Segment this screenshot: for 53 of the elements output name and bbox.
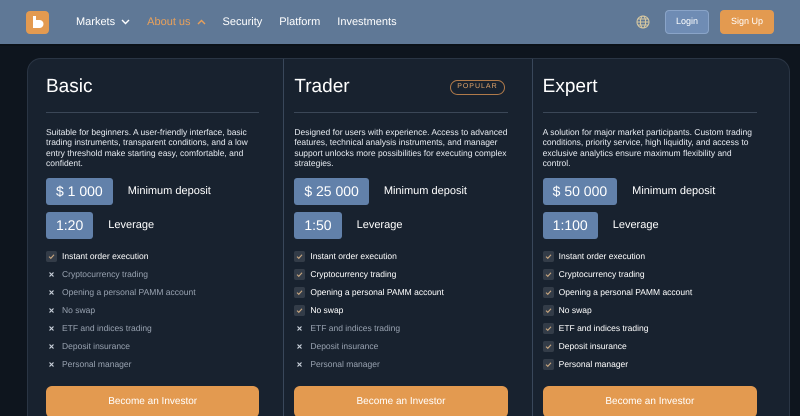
feature-label: Deposit insurance [62, 340, 130, 352]
nav-link[interactable]: Investments [337, 14, 397, 30]
feature-label: Cryptocurrency trading [558, 268, 645, 280]
plan-description: Designed for users with experience. Access to advanced features, technical analysis instruments, and manager support unlocks more possibilities for executing complex strategies. [294, 126, 508, 168]
feature-label: No swap [62, 304, 96, 316]
feature-label: No swap [558, 304, 592, 316]
deposit-amount: $ 50 000 [542, 178, 618, 204]
logo-icon [26, 10, 49, 34]
chevron-icon [121, 19, 130, 25]
nav-link[interactable]: Platform [279, 14, 320, 30]
deposit-label: Minimum deposit [384, 184, 467, 199]
plan-title: Trader [294, 75, 350, 99]
feature-label: Opening a personal PAMM account [62, 286, 196, 298]
deposit-label: Minimum deposit [632, 184, 716, 199]
feature-label: Personal manager [310, 358, 380, 370]
become-investor-button[interactable]: Become an Investor [46, 386, 260, 416]
deposit-label: Minimum deposit [128, 184, 211, 199]
feature-label: No swap [310, 304, 344, 316]
plan-title: Basic [46, 75, 92, 99]
feature-label: Personal manager [558, 358, 628, 370]
leverage-label: Leverage [612, 218, 659, 233]
feature-label: Deposit insurance [310, 340, 378, 352]
deposit-amount: $ 25 000 [294, 178, 369, 204]
plan-description: A solution for major market participants. Custom trading conditions, priority service, high liquidity, and access to exclusive analytics ensure maximum flexibility and control. [542, 126, 753, 168]
become-investor-button[interactable]: Become an Investor [294, 386, 508, 416]
feature-label: Personal manager [62, 358, 132, 370]
feature-label: Cryptocurrency trading [310, 268, 396, 280]
feature-label: ETF and indices trading [62, 322, 152, 334]
feature-label: ETF and indices trading [310, 322, 400, 334]
chevron-icon [196, 19, 206, 25]
plan-title: Expert [542, 75, 598, 99]
login-button[interactable]: Login [664, 10, 709, 34]
nav-link[interactable]: Security [222, 14, 262, 30]
feature-label: Instant order execution [310, 250, 397, 262]
leverage-value: 1:20 [46, 212, 94, 238]
globe-icon[interactable] [636, 15, 650, 29]
nav-link[interactable]: About us [147, 14, 206, 30]
feature-label: Deposit insurance [558, 340, 627, 352]
feature-label: Instant order execution [558, 250, 646, 262]
plan-description: Suitable for beginners. A user-friendly interface, basic trading instruments, transparent conditions, and a low entry threshold make starting easy, comfortable, and confident. [46, 126, 249, 168]
nav-link[interactable]: Markets [76, 14, 130, 30]
feature-label: Opening a personal PAMM account [558, 286, 692, 298]
feature-label: ETF and indices trading [558, 322, 648, 334]
sign-up-button[interactable]: Sign Up [720, 10, 774, 34]
leverage-value: 1:100 [542, 212, 598, 238]
feature-label: Instant order execution [62, 250, 148, 262]
feature-label: Cryptocurrency trading [62, 268, 148, 280]
become-investor-button[interactable]: Become an Investor [542, 386, 757, 416]
leverage-value: 1:50 [294, 212, 342, 238]
leverage-label: Leverage [356, 218, 402, 233]
feature-label: Opening a personal PAMM account [310, 286, 444, 298]
leverage-label: Leverage [108, 218, 154, 233]
deposit-amount: $ 1 000 [46, 178, 113, 204]
